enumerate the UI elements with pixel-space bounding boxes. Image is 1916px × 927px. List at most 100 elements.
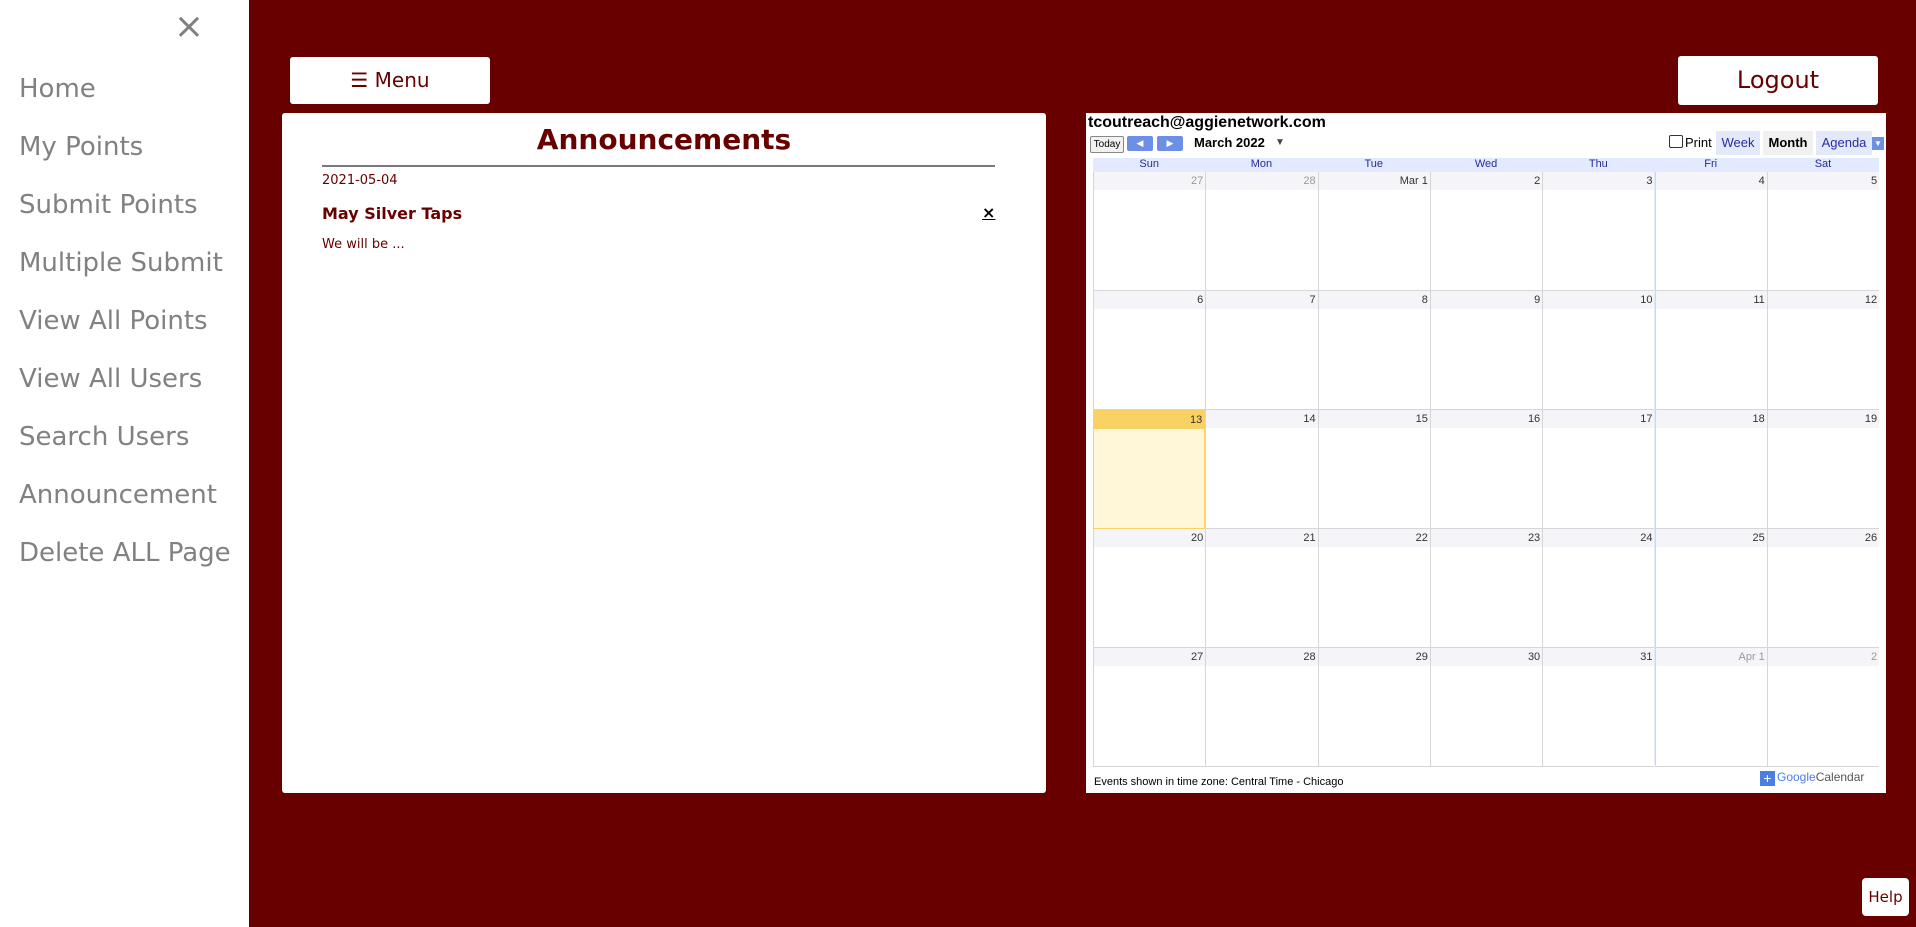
calendar-day-cell[interactable]: 23 [1429,529,1543,648]
day-header-band [1543,648,1655,666]
day-number: 20 [1191,532,1204,544]
day-header-band [1767,529,1880,547]
calendar-day-cell[interactable]: 8 [1317,291,1430,410]
menu-button[interactable]: ☰ Menu [290,57,490,104]
calendar-day-cell[interactable]: 4 [1654,172,1767,291]
day-number: 28 [1303,175,1316,187]
calendar-day-cell[interactable]: 29 [1317,648,1430,767]
day-header-band [1206,172,1318,190]
tab-agenda[interactable]: Agenda [1816,131,1872,155]
day-number: 16 [1527,413,1541,425]
calendar-day-cell[interactable]: 27 [1093,648,1206,767]
calendar-day-cell[interactable]: 12 [1766,291,1880,410]
tab-dropdown-icon[interactable]: ▼ [1872,137,1884,150]
sidebar-item-announcement[interactable]: Announcement [0,474,249,532]
sidebar-item-submit-points[interactable]: Submit Points [0,184,249,242]
calendar-day-cell[interactable]: 18 [1654,410,1767,529]
add-calendar-icon: + [1760,771,1775,786]
calendar-day-cell[interactable]: 11 [1654,291,1767,410]
calendar-day-cell[interactable]: 22 [1317,529,1430,648]
day-header-band [1655,172,1767,190]
calendar-day-cell[interactable]: 3 [1542,172,1655,291]
day-number: 6 [1197,294,1204,306]
prev-month-button[interactable]: ◀ [1127,136,1153,151]
google-calendar-link[interactable]: + GoogleCalendar [1760,770,1864,786]
day-header-band [1543,410,1655,428]
next-month-button[interactable]: ▶ [1157,136,1183,151]
calendar-day-cell[interactable]: 7 [1205,291,1318,410]
calendar-brand: Calendar [1815,770,1865,784]
timezone-note: Events shown in time zone: Central Time … [1094,776,1344,788]
day-header-band [1318,410,1430,428]
calendar-day-cell[interactable]: 28 [1205,648,1318,767]
day-header-band [1430,291,1543,309]
tab-week[interactable]: Week [1716,131,1760,155]
day-number: 31 [1640,651,1653,663]
calendar-day-cell[interactable]: Mar 1 [1317,172,1430,291]
day-number: 12 [1864,294,1878,306]
day-header-band [1206,529,1318,547]
day-number: 26 [1864,532,1878,544]
calendar-day-cell[interactable]: 21 [1205,529,1318,648]
calendar-day-cell[interactable]: 6 [1093,291,1206,410]
day-number: Mar 1 [1399,175,1428,187]
calendar-day-cell[interactable]: 19 [1766,410,1880,529]
day-header-band [1094,291,1206,309]
calendar-day-cell[interactable]: 14 [1205,410,1318,529]
logout-button[interactable]: Logout [1678,56,1878,105]
calendar-day-cell[interactable]: 20 [1093,529,1206,648]
calendar-day-cell[interactable]: 13 [1093,410,1206,529]
calendar-day-cell[interactable]: 15 [1317,410,1430,529]
announcement-body: We will be ... [322,237,405,252]
calendar-day-cell[interactable]: 2 [1429,172,1543,291]
day-number: 29 [1415,651,1428,663]
day-number: 27 [1191,175,1204,187]
day-number: Apr 1 [1738,651,1765,663]
calendar-day-cell[interactable]: 2 [1766,648,1880,767]
day-header-band [1318,529,1430,547]
calendar-day-cell[interactable]: 24 [1542,529,1655,648]
weekday-header: Sat [1814,158,1832,170]
calendar-day-cell[interactable]: 26 [1766,529,1880,648]
calendar-day-cell[interactable]: 5 [1766,172,1880,291]
sidebar-item-delete-all-page[interactable]: Delete ALL Page [0,532,249,590]
delete-announcement-icon[interactable]: × [982,203,995,222]
weekday-header: Tue [1364,158,1384,170]
day-number: 10 [1640,294,1653,306]
day-header-band [1543,291,1655,309]
day-number: 23 [1527,532,1541,544]
sidebar-item-home[interactable]: Home [0,68,249,126]
day-header-band [1543,172,1655,190]
day-header-band [1655,291,1767,309]
today-button[interactable]: Today [1090,136,1124,153]
calendar-day-cell[interactable]: 10 [1542,291,1655,410]
calendar-day-cell[interactable]: 27 [1093,172,1206,291]
day-number: 8 [1421,294,1428,306]
day-header-band [1094,411,1205,429]
calendar-day-cell[interactable]: 9 [1429,291,1543,410]
tab-month[interactable]: Month [1763,131,1813,155]
sidebar-item-view-all-users[interactable]: View All Users [0,358,249,416]
help-button[interactable]: Help [1862,878,1909,916]
day-number: 14 [1303,413,1316,425]
calendar-day-cell[interactable]: 31 [1542,648,1655,767]
day-number: 21 [1303,532,1316,544]
sidebar-item-multiple-submit[interactable]: Multiple Submit [0,242,249,300]
month-dropdown-icon[interactable]: ▼ [1275,137,1285,148]
month-grid: Sun Mon Tue Wed Thu Fri Sat 27 28 Mar 1 2 3 4 5 6 7 8 9 10… [1093,158,1880,767]
day-number: 25 [1752,532,1765,544]
calendar-day-cell[interactable]: Apr 1 [1654,648,1767,767]
calendar-day-cell[interactable]: 30 [1429,648,1543,767]
sidebar-item-view-all-points[interactable]: View All Points [0,300,249,358]
weekday-header: Mon [1250,158,1273,170]
sidebar-item-search-users[interactable]: Search Users [0,416,249,474]
calendar-day-cell[interactable]: 17 [1542,410,1655,529]
day-number: 17 [1640,413,1653,425]
calendar-day-cell[interactable]: 28 [1205,172,1318,291]
close-icon[interactable]: × [172,9,206,45]
print-button[interactable]: Print [1669,135,1712,150]
calendar-day-cell[interactable]: 25 [1654,529,1767,648]
sidebar-item-my-points[interactable]: My Points [0,126,249,184]
day-number: 2 [1870,651,1878,663]
calendar-day-cell[interactable]: 16 [1429,410,1543,529]
